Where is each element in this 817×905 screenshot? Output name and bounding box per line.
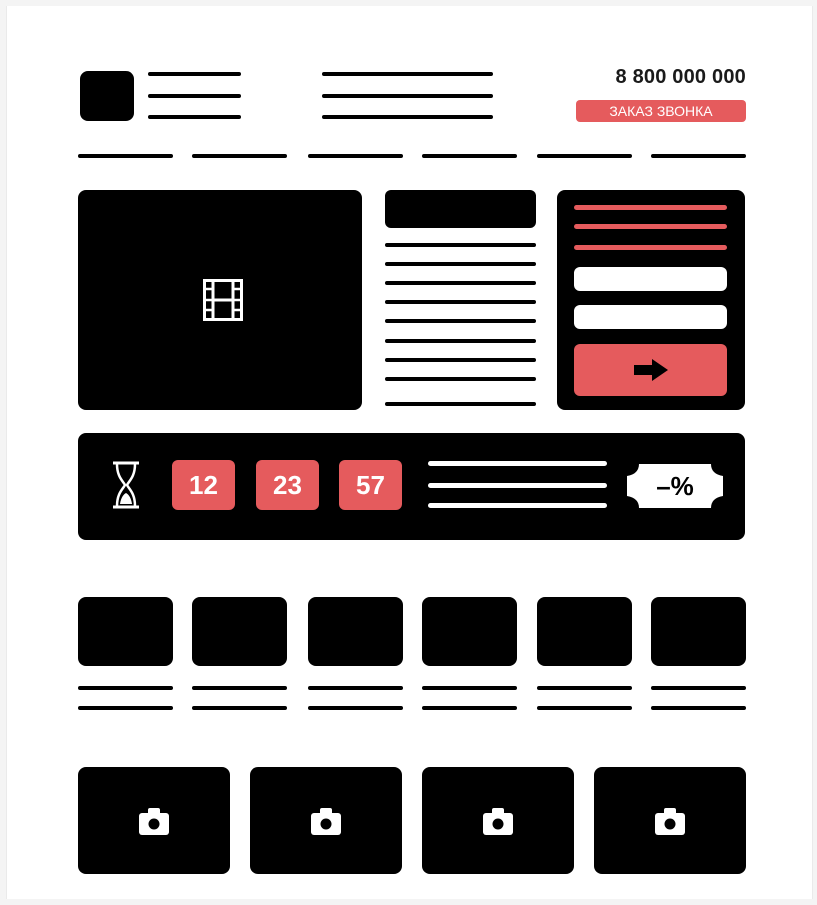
header-text-line — [322, 94, 493, 98]
text-line — [385, 402, 536, 406]
text-line — [385, 377, 536, 381]
gallery-photo[interactable] — [422, 767, 574, 874]
gallery-photo[interactable] — [250, 767, 402, 874]
timer-seconds: 57 — [339, 460, 402, 510]
header-text-line — [322, 72, 493, 76]
camera-icon — [139, 807, 169, 835]
timer-hours: 12 — [172, 460, 235, 510]
phone-input[interactable] — [574, 305, 727, 329]
text-line — [385, 358, 536, 362]
text-line — [385, 319, 536, 323]
thumbnail-caption-line — [308, 706, 403, 710]
film-icon — [203, 279, 243, 321]
product-thumbnail[interactable] — [422, 597, 517, 666]
timer-text-line — [428, 483, 607, 488]
submit-button[interactable] — [574, 344, 727, 396]
logo-text-line — [148, 115, 241, 119]
menu-item[interactable] — [422, 154, 517, 158]
thumbnail-caption-line — [192, 686, 287, 690]
product-thumbnail[interactable] — [651, 597, 746, 666]
product-thumbnail[interactable] — [537, 597, 632, 666]
header-text-line — [322, 115, 493, 119]
form-block — [557, 190, 745, 410]
text-line — [385, 262, 536, 266]
discount-tag: –% — [627, 464, 723, 508]
form-title-line — [574, 205, 727, 210]
thumbnail-caption-line — [651, 686, 746, 690]
phone-number[interactable]: 8 800 000 000 — [574, 66, 746, 89]
camera-icon — [483, 807, 513, 835]
discount-label: –% — [656, 471, 694, 501]
callback-button[interactable]: ЗАКАЗ ЗВОНКА — [576, 100, 746, 122]
timer-minutes: 23 — [256, 460, 319, 510]
thumbnail-caption-line — [422, 706, 517, 710]
thumbnail-caption-line — [651, 706, 746, 710]
thumbnail-caption-line — [308, 686, 403, 690]
menu-item[interactable] — [308, 154, 403, 158]
text-line — [385, 339, 536, 343]
menu-item[interactable] — [78, 154, 173, 158]
menu-item[interactable] — [192, 154, 287, 158]
text-line — [385, 281, 536, 285]
product-thumbnail[interactable] — [308, 597, 403, 666]
thumbnail-caption-line — [537, 686, 632, 690]
thumbnail-caption-line — [192, 706, 287, 710]
menu-item[interactable] — [651, 154, 746, 158]
thumbnail-caption-line — [537, 706, 632, 710]
menu-item[interactable] — [537, 154, 632, 158]
product-thumbnail[interactable] — [78, 597, 173, 666]
text-heading-block — [385, 190, 536, 228]
timer-text-line — [428, 461, 607, 466]
text-line — [385, 300, 536, 304]
product-thumbnail[interactable] — [192, 597, 287, 666]
thumbnail-caption-line — [422, 686, 517, 690]
form-title-line — [574, 245, 727, 250]
form-title-line — [574, 224, 727, 229]
camera-icon — [655, 807, 685, 835]
arrow-right-icon — [634, 359, 668, 381]
logo[interactable] — [80, 71, 134, 121]
gallery-photo[interactable] — [594, 767, 746, 874]
thumbnail-caption-line — [78, 706, 173, 710]
logo-text-line — [148, 72, 241, 76]
gallery-photo[interactable] — [78, 767, 230, 874]
name-input[interactable] — [574, 267, 727, 291]
hourglass-icon — [113, 461, 139, 509]
video-block[interactable] — [78, 190, 362, 410]
timer-text-line — [428, 503, 607, 508]
camera-icon — [311, 807, 341, 835]
text-line — [385, 243, 536, 247]
logo-text-line — [148, 94, 241, 98]
thumbnail-caption-line — [78, 686, 173, 690]
